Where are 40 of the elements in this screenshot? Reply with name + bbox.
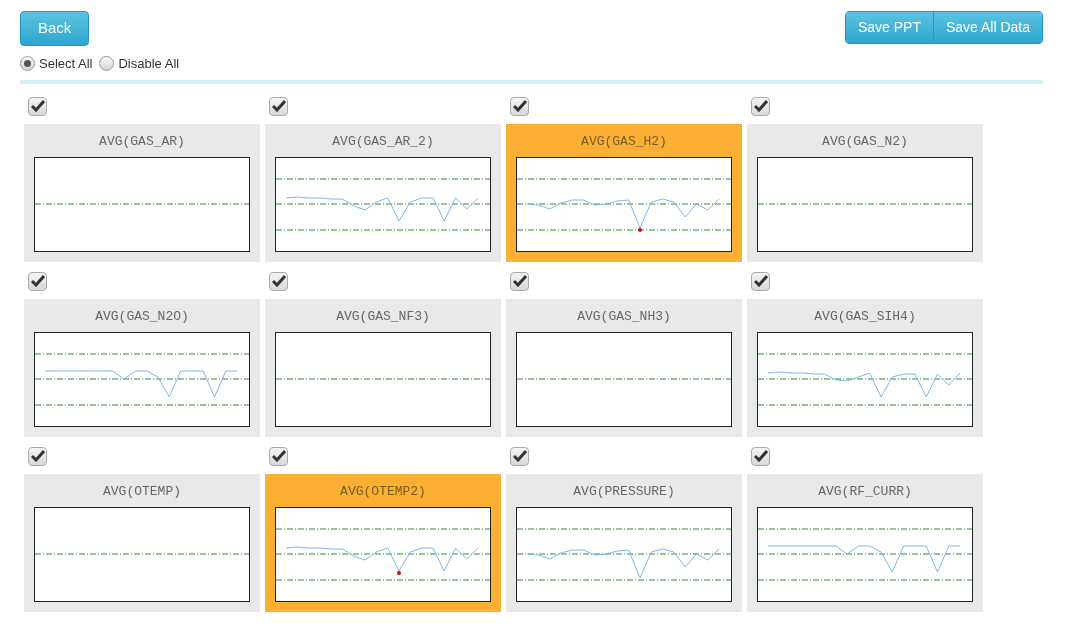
chart-card[interactable]: AVG(PRESSURE) [506,473,742,612]
chart-card[interactable]: AVG(RF_CURR) [747,473,983,612]
chart-card[interactable]: AVG(GAS_SIH4) [747,298,983,437]
checkbox[interactable] [269,96,288,116]
radio-label[interactable]: Disable All [118,54,180,74]
radio-label[interactable]: Select All [39,54,93,74]
chart-title: AVG(GAS_N2O) [95,307,189,326]
chart-title: AVG(GAS_N2) [822,132,908,151]
chart-card[interactable]: AVG(GAS_NF3) [265,298,501,437]
radio-button[interactable] [99,56,115,72]
checkbox[interactable] [269,271,288,291]
chart-card[interactable]: AVG(GAS_AR) [24,123,260,262]
chart-title: AVG(GAS_NH3) [577,307,671,326]
chart-title: AVG(OTEMP2) [340,482,426,501]
chart-title: AVG(GAS_AR) [99,132,185,151]
chart-card[interactable]: AVG(GAS_N2) [747,123,983,262]
chart-card[interactable]: AVG(OTEMP) [24,473,260,612]
chart-title: AVG(OTEMP) [103,482,181,501]
chart-title: AVG(RF_CURR) [818,482,912,501]
checkbox[interactable] [751,96,770,116]
radio-button[interactable] [20,56,35,72]
checkbox[interactable] [28,446,47,466]
checkbox[interactable] [510,446,529,466]
checkbox[interactable] [28,271,47,291]
checkbox[interactable] [28,96,47,116]
chart-card[interactable]: AVG(GAS_NH3) [506,298,742,437]
chart-card[interactable]: AVG(GAS_AR_2) [265,123,501,262]
chart-title: AVG(GAS_NF3) [336,307,430,326]
chart-title: AVG(GAS_SIH4) [814,307,916,326]
checkbox[interactable] [510,271,529,291]
checkbox[interactable] [751,446,770,466]
checkbox[interactable] [510,96,529,116]
checkbox[interactable] [751,271,770,291]
chart-card[interactable]: AVG(GAS_N2O) [24,298,260,437]
checkbox[interactable] [269,446,288,466]
chart-title: AVG(GAS_H2) [581,132,667,151]
chart-title: AVG(GAS_AR_2) [332,132,434,151]
chart-title: AVG(PRESSURE) [573,482,675,501]
chart-card[interactable]: AVG(OTEMP2) [265,473,501,612]
chart-card[interactable]: AVG(GAS_H2) [506,123,742,262]
